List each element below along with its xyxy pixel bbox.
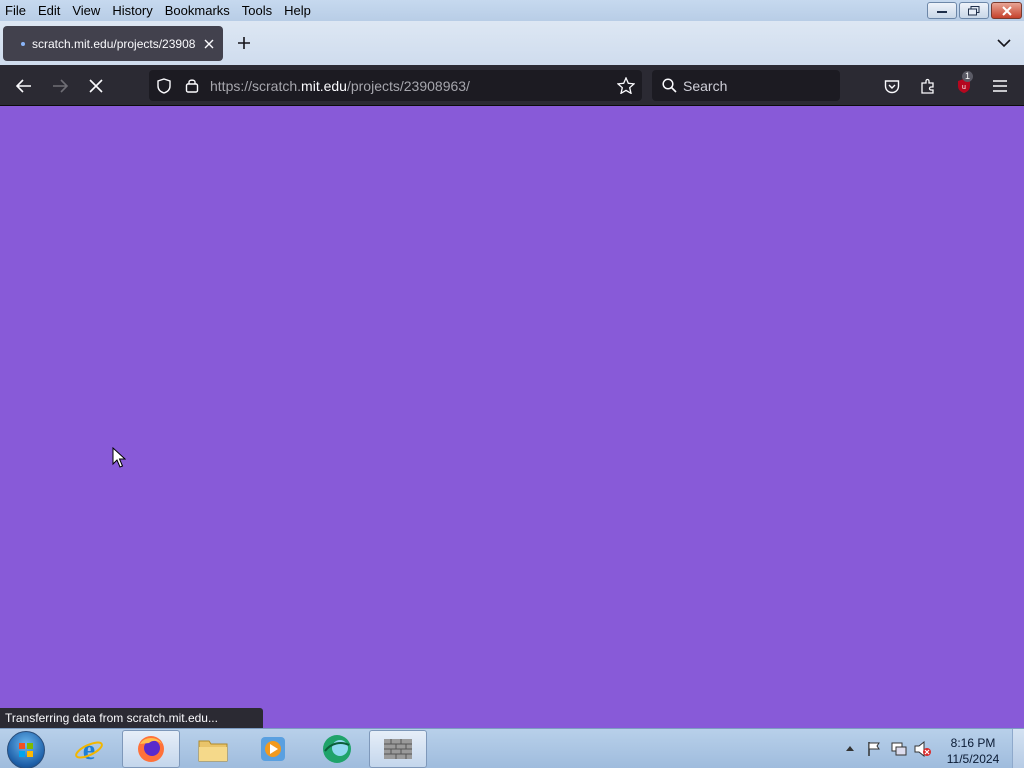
green-circle-app-icon [323, 735, 351, 763]
bookmark-star-icon[interactable] [617, 77, 635, 94]
search-placeholder: Search [683, 78, 728, 94]
url-text[interactable]: https://scratch.mit.edu/projects/2390896… [210, 78, 470, 94]
back-arrow-icon [16, 79, 31, 93]
puzzle-icon [921, 78, 934, 94]
url-host: mit.edu [301, 78, 347, 94]
windows-logo-icon [19, 743, 33, 757]
pocket-icon [884, 79, 900, 93]
folder-icon [198, 740, 228, 762]
svg-text:u: u [962, 84, 966, 91]
close-window-button[interactable] [991, 2, 1022, 19]
forward-button[interactable] [49, 75, 71, 97]
system-clock[interactable]: 8:16 PM 11/5/2024 [940, 735, 1006, 767]
hamburger-menu-icon [993, 80, 1007, 92]
menu-edit[interactable]: Edit [32, 0, 66, 21]
menu-history[interactable]: History [106, 0, 158, 21]
status-panel: Transferring data from scratch.mit.edu..… [0, 708, 263, 729]
taskbar: e 8:16 PM 11/5/2024 [0, 728, 1024, 768]
app-menu-button[interactable] [989, 75, 1011, 97]
menu-bar: File Edit View History Bookmarks Tools H… [0, 0, 1024, 21]
taskbar-firefox[interactable] [122, 730, 180, 768]
extensions-button[interactable] [917, 75, 939, 97]
menu-tools[interactable]: Tools [236, 0, 278, 21]
navigation-toolbar: https://scratch.mit.edu/projects/2390896… [0, 65, 1024, 106]
network-icon[interactable] [890, 741, 908, 757]
extension-badge: 1 [962, 71, 974, 82]
taskbar-internet-explorer[interactable]: e [60, 730, 118, 768]
minimize-icon [937, 10, 947, 13]
chevron-down-icon [997, 39, 1011, 48]
lock-icon[interactable] [185, 77, 199, 93]
close-icon [1001, 5, 1012, 16]
url-bar[interactable]: https://scratch.mit.edu/projects/2390896… [149, 70, 642, 101]
taskbar-green-app[interactable] [308, 730, 366, 768]
menu-help[interactable]: Help [278, 0, 317, 21]
search-bar[interactable]: Search [652, 70, 840, 101]
clock-time: 8:16 PM [950, 736, 996, 750]
search-icon [662, 78, 677, 93]
taskbar-firewall-app[interactable] [369, 730, 427, 768]
back-button[interactable] [13, 75, 35, 97]
start-button[interactable] [7, 731, 45, 768]
show-hidden-icons-icon[interactable] [845, 744, 855, 752]
menu-view[interactable]: View [66, 0, 106, 21]
tracking-protection-shield-icon[interactable] [157, 78, 171, 94]
close-icon [204, 39, 214, 48]
svg-text:e: e [83, 735, 95, 764]
menu-file[interactable]: File [0, 0, 32, 21]
stop-icon [89, 79, 103, 93]
minimize-button[interactable] [927, 2, 957, 19]
restore-button[interactable] [959, 2, 989, 19]
tab-close-button[interactable] [202, 37, 216, 51]
restore-icon [968, 5, 980, 15]
internet-explorer-icon: e [75, 735, 103, 764]
firefox-icon [138, 736, 164, 762]
clock-date: 11/5/2024 [946, 752, 1000, 766]
url-prefix: https://scratch. [210, 78, 302, 94]
stop-loading-button[interactable] [85, 75, 107, 97]
list-all-tabs-button[interactable] [996, 35, 1012, 51]
tab-scratch[interactable]: scratch.mit.edu/projects/23908963/ [3, 26, 223, 61]
page-content[interactable] [0, 106, 1024, 728]
menu-bookmarks[interactable]: Bookmarks [159, 0, 236, 21]
taskbar-media-player[interactable] [244, 730, 302, 768]
media-player-icon [261, 737, 285, 761]
tab-title: scratch.mit.edu/projects/23908963/ [32, 36, 196, 51]
tab-strip: scratch.mit.edu/projects/23908963/ [0, 21, 1024, 65]
plus-icon [238, 37, 250, 49]
loading-dot-icon [21, 41, 25, 46]
pocket-button[interactable] [881, 75, 903, 97]
mouse-cursor-icon [112, 447, 126, 468]
show-desktop-button[interactable] [1012, 729, 1024, 768]
new-tab-button[interactable] [234, 33, 254, 53]
volume-muted-icon[interactable] [914, 741, 932, 757]
taskbar-file-explorer[interactable] [184, 730, 242, 768]
action-center-flag-icon[interactable] [866, 741, 882, 757]
forward-arrow-icon [53, 79, 68, 93]
brick-wall-icon [384, 739, 412, 759]
url-path: /projects/23908963/ [346, 78, 470, 94]
